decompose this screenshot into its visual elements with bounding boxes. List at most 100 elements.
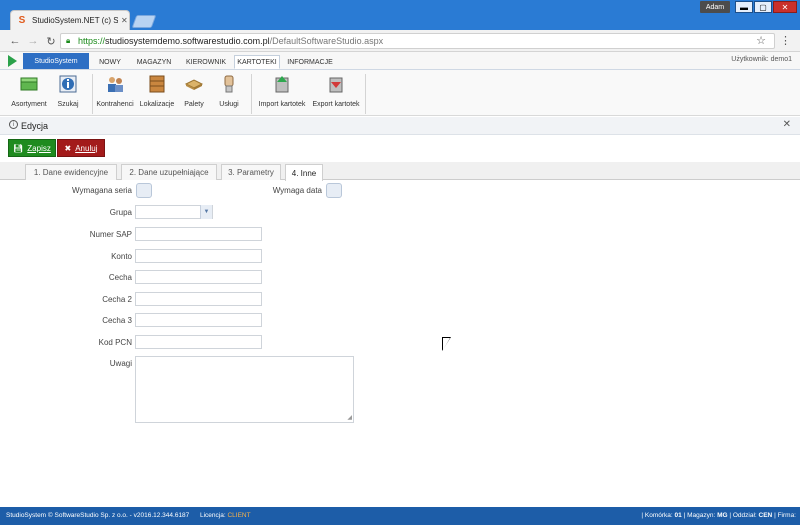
ribbon-toolbar: Asortyment Szukaj Kontrahenci Lokalizacj…	[0, 70, 800, 116]
ribbon-uslugi-button[interactable]: Usługi	[216, 74, 242, 114]
window-titlebar: S StudioSystem.NET (c) So ✕ Adam ▬ ▢ ✕	[0, 0, 800, 30]
wymaga-data-checkbox[interactable]	[326, 183, 342, 198]
ribbon-palety-button[interactable]: Palety	[181, 74, 207, 114]
status-bar: StudioSystem © SoftwareStudio Sp. z o.o.…	[0, 507, 800, 525]
konto-label: Konto	[111, 252, 132, 261]
konto-input[interactable]	[135, 249, 262, 263]
cecha2-label: Cecha 2	[102, 295, 132, 304]
minimize-button[interactable]: ▬	[735, 1, 753, 13]
ribbon-export-button[interactable]: Export kartotek	[311, 74, 361, 114]
ribbon-label: Palety	[184, 101, 204, 108]
form-tab-strip: 1. Dane ewidencyjne 2. Dane uzupełniając…	[0, 162, 800, 181]
ribbon-separator	[365, 74, 366, 114]
ribbon-kontrahenci-button[interactable]: Kontrahenci	[96, 74, 134, 114]
ribbon-label: Szukaj	[57, 101, 79, 108]
bookmark-star-icon[interactable]: ☆	[756, 34, 766, 47]
ribbon-separator	[92, 74, 93, 114]
komorka-value: 01	[674, 512, 682, 519]
address-bar: ← → ↻ 🔒︎ https:// studiosystemdemo.softw…	[0, 30, 800, 52]
pallet-icon	[184, 74, 204, 94]
numer-sap-input[interactable]	[135, 227, 262, 241]
studiosystem-button[interactable]: StudioSystem	[23, 53, 89, 69]
tab-parametry[interactable]: 3. Parametry	[221, 164, 281, 180]
edit-panel-title: Edycja	[21, 121, 49, 131]
app-menu-bar: StudioSystem NOWY MAGAZYN KIEROWNIK KART…	[0, 52, 800, 70]
wymagana-seria-label: Wymagana seria	[72, 186, 132, 195]
export-icon	[326, 74, 346, 94]
ribbon-label: Export kartotek	[312, 101, 360, 108]
close-window-button[interactable]: ✕	[773, 1, 797, 13]
cancel-button[interactable]: ✖ Anuluj	[57, 139, 105, 157]
cecha2-input[interactable]	[135, 292, 262, 306]
ribbon-import-button[interactable]: Import kartotek	[257, 74, 307, 114]
numer-sap-label: Numer SAP	[89, 230, 132, 239]
cecha-input[interactable]	[135, 270, 262, 284]
info-icon: i	[9, 120, 18, 129]
license-label: Licencja:	[200, 512, 226, 519]
save-button[interactable]: 💾︎ Zapisz	[8, 139, 56, 157]
cecha-label: Cecha	[108, 273, 132, 282]
copyright-text: StudioSystem © SoftwareStudio Sp. z o.o.…	[6, 512, 190, 519]
save-label: Zapisz	[27, 143, 51, 153]
forward-arrow-icon[interactable]: →	[26, 33, 40, 49]
browser-tab[interactable]: S StudioSystem.NET (c) So ✕	[10, 10, 130, 30]
new-tab-button[interactable]	[131, 15, 157, 28]
reload-icon[interactable]: ↻	[44, 33, 58, 49]
studiosystem-favicon-icon: S	[18, 15, 26, 26]
url-input[interactable]: 🔒︎ https:// studiosystemdemo.softwarestu…	[60, 33, 775, 49]
cecha3-input[interactable]	[135, 313, 262, 327]
chevron-down-icon[interactable]: ▼	[200, 205, 212, 219]
wymagana-seria-checkbox[interactable]	[136, 183, 152, 198]
close-tab-icon[interactable]: ✕	[121, 16, 128, 25]
menu-nowy[interactable]: NOWY	[94, 55, 126, 69]
lock-icon: 🔒︎	[66, 36, 71, 45]
oddzial-value: CEN	[758, 512, 773, 519]
service-hand-icon	[219, 74, 239, 94]
wymaga-data-label: Wymaga data	[272, 186, 322, 195]
context-info: | Komórka: 01 | Magazyn: MG | Oddział: C…	[641, 512, 796, 519]
cancel-label: Anuluj	[75, 143, 98, 153]
menu-kartoteki[interactable]: KARTOTEKI	[234, 55, 280, 69]
resize-handle-icon[interactable]: ◢	[347, 414, 352, 421]
browser-user-badge[interactable]: Adam	[700, 1, 730, 13]
uwagi-label: Uwagi	[109, 359, 132, 368]
uwagi-textarea[interactable]: ◢	[135, 356, 354, 423]
oddzial-label: Oddział:	[732, 512, 757, 519]
mouse-pointer-fill	[443, 338, 450, 350]
kod-pcn-input[interactable]	[135, 335, 262, 349]
ribbon-label: Kontrahenci	[96, 101, 134, 108]
import-icon	[272, 74, 292, 94]
edit-panel-header: i Edycja ✕	[0, 117, 800, 135]
firma-label: Firma:	[777, 512, 796, 519]
shelf-icon	[147, 74, 167, 94]
ribbon-separator	[251, 74, 252, 114]
license-info: Licencja: CLIENT	[200, 512, 251, 519]
grupa-label: Grupa	[109, 208, 132, 217]
kod-pcn-label: Kod PCN	[98, 338, 132, 347]
tab-inne[interactable]: 4. Inne	[285, 164, 323, 181]
magazyn-label: Magazyn:	[687, 512, 716, 519]
ribbon-label: Import kartotek	[258, 101, 306, 108]
search-info-icon	[58, 74, 78, 94]
cancel-x-icon: ✖	[64, 143, 72, 153]
tab-dane-ewidencyjne[interactable]: 1. Dane ewidencyjne	[25, 164, 117, 180]
menu-kierownik[interactable]: KIEROWNIK	[182, 55, 230, 69]
floppy-icon: 💾︎	[13, 143, 24, 153]
back-arrow-icon[interactable]: ←	[8, 33, 22, 49]
browser-tab-title: StudioSystem.NET (c) So	[32, 16, 118, 25]
ribbon-label: Lokalizacje	[139, 101, 175, 108]
maximize-button[interactable]: ▢	[754, 1, 772, 13]
browser-menu-icon[interactable]: ⋮	[780, 34, 791, 47]
menu-magazyn[interactable]: MAGAZYN	[132, 55, 176, 69]
ribbon-asortyment-button[interactable]: Asortyment	[8, 74, 50, 114]
play-icon[interactable]	[8, 55, 17, 67]
close-panel-icon[interactable]: ✕	[783, 119, 791, 130]
tab-dane-uzupelniajace[interactable]: 2. Dane uzupełniające	[121, 164, 217, 180]
ribbon-label: Usługi	[219, 101, 239, 108]
boxes-icon	[19, 74, 39, 94]
current-user-label: Użytkownik: demo1	[731, 56, 792, 63]
menu-informacje[interactable]: INFORMACJE	[284, 55, 336, 69]
ribbon-szukaj-button[interactable]: Szukaj	[55, 74, 81, 114]
ribbon-lokalizacje-button[interactable]: Lokalizacje	[139, 74, 175, 114]
ribbon-label: Asortyment	[11, 101, 47, 108]
